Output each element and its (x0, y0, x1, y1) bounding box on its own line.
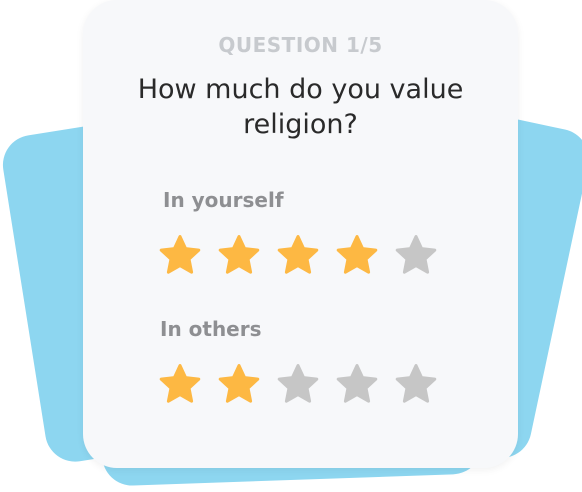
star-icon[interactable] (275, 233, 321, 279)
star-icon[interactable] (216, 233, 262, 279)
star-icon[interactable] (334, 362, 380, 408)
quiz-stage: QUESTION 1/5 How much do you value relig… (0, 0, 582, 492)
star-icon[interactable] (275, 362, 321, 408)
question-number: QUESTION 1/5 (218, 33, 383, 57)
rating-others (157, 362, 439, 408)
question-text: How much do you value religion? (137, 74, 464, 140)
star-icon[interactable] (334, 233, 380, 279)
rating-yourself (157, 233, 439, 279)
rating-label-yourself: In yourself (163, 188, 284, 212)
star-icon[interactable] (393, 233, 439, 279)
star-icon[interactable] (157, 362, 203, 408)
rating-label-others: In others (160, 317, 262, 341)
question-card: QUESTION 1/5 How much do you value relig… (83, 0, 518, 468)
star-icon[interactable] (393, 362, 439, 408)
star-icon[interactable] (157, 233, 203, 279)
star-icon[interactable] (216, 362, 262, 408)
